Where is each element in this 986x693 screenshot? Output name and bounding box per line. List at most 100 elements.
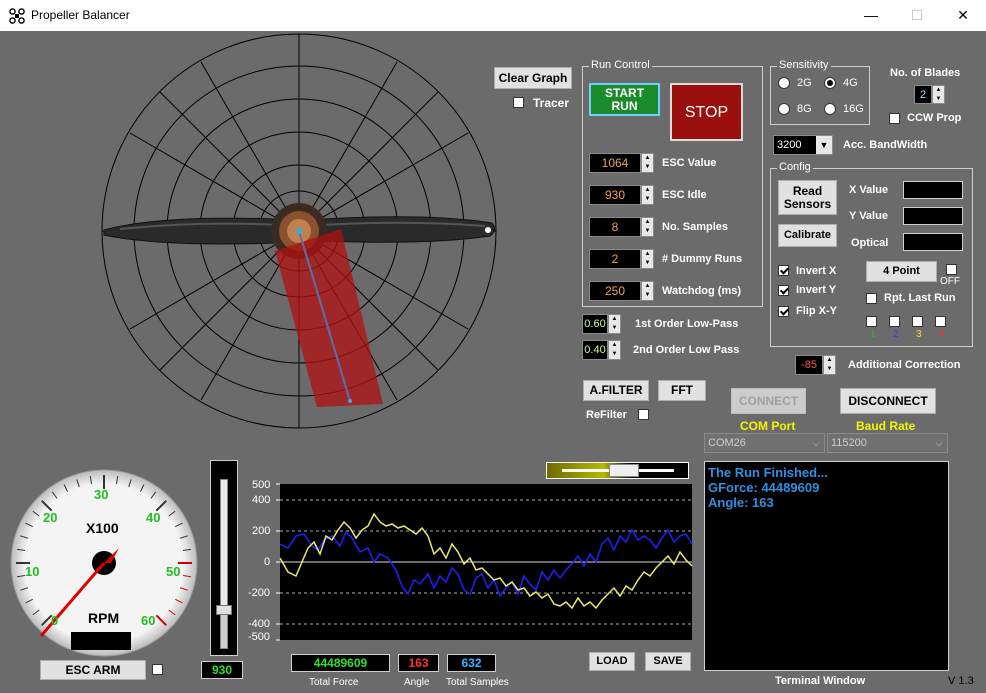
gauge-tick-40: 40	[146, 510, 161, 525]
invert-y-label: Invert Y	[796, 284, 837, 296]
esc-idle-label: ESC Idle	[662, 189, 707, 201]
com-port-select[interactable]: COM26 ⌵	[704, 433, 825, 453]
gauge-center-label: X100	[86, 520, 119, 536]
load-button[interactable]: LOAD	[589, 652, 635, 671]
gauge-tick-60: 60	[141, 613, 156, 628]
connect-button[interactable]: CONNECT	[731, 388, 806, 414]
ccw-prop-checkbox[interactable]	[889, 113, 900, 124]
sensitivity-label-16g: 16G	[843, 103, 864, 115]
start-run-button[interactable]: START RUN	[589, 83, 660, 116]
terminal-window: The Run Finished... GForce: 44489609 Ang…	[704, 461, 949, 671]
throttle-thumb[interactable]	[216, 605, 232, 615]
second-order-input[interactable]: 0.40	[582, 340, 608, 360]
y-tick-label: -400	[248, 618, 271, 630]
y-tick-label: 500	[252, 479, 271, 491]
blades-input[interactable]: 2	[914, 85, 932, 104]
optical-label: Optical	[851, 237, 889, 249]
run-control-title: Run Control	[589, 59, 652, 71]
sensitivity-radio-4g[interactable]	[824, 77, 836, 89]
optical-field	[903, 233, 963, 251]
invert-x-label: Invert X	[796, 265, 837, 277]
dummy-runs-label: # Dummy Runs	[662, 253, 743, 265]
point-2-label: 2	[893, 329, 899, 340]
invert-x-checkbox[interactable]	[778, 265, 789, 276]
point-4-checkbox[interactable]	[935, 316, 946, 327]
imbalance-vector	[275, 229, 383, 407]
gauge-tick-0: 0	[51, 613, 59, 628]
baud-rate-value: 115200	[831, 437, 867, 449]
disconnect-button[interactable]: DISCONNECT	[840, 388, 936, 414]
blades-stepper[interactable]: ▲ ▼	[932, 85, 945, 104]
esc-arm-checkbox[interactable]	[152, 664, 163, 675]
dummy-runs-input[interactable]: 2	[589, 249, 641, 269]
throttle-value: 930	[201, 661, 243, 679]
terminal-caption: Terminal Window	[775, 675, 866, 687]
samples-input[interactable]: 8	[589, 217, 641, 237]
x-value-label: X Value	[849, 184, 889, 196]
fft-button[interactable]: FFT	[658, 380, 706, 401]
zoom-slider[interactable]	[546, 462, 689, 479]
version-label: V 1.3	[948, 675, 974, 687]
minimize-button[interactable]: —	[848, 0, 894, 31]
baud-rate-label: Baud Rate	[856, 419, 916, 433]
watchdog-input[interactable]: 250	[589, 281, 641, 301]
chevron-down-icon: ⌵	[812, 438, 820, 448]
correction-label: Additional Correction	[848, 359, 961, 371]
flip-xy-label: Flip X-Y	[796, 305, 837, 317]
esc-idle-stepper[interactable]: ▲ ▼	[641, 185, 654, 205]
throttle-fill	[221, 613, 227, 648]
y-value-label: Y Value	[849, 210, 888, 222]
tracer-checkbox[interactable]	[513, 97, 524, 108]
sensitivity-label-2g: 2G	[797, 77, 812, 89]
esc-value-label: ESC Value	[662, 157, 717, 169]
watchdog-stepper[interactable]: ▲ ▼	[641, 281, 654, 301]
total-samples-value: 632	[447, 654, 496, 672]
sensitivity-radio-16g[interactable]	[824, 103, 836, 115]
correction-stepper[interactable]: ▲ ▼	[823, 355, 836, 375]
throttle-slider[interactable]	[210, 460, 238, 656]
app-window: Propeller Balancer — ☐ ✕ Clear Graph Tra…	[0, 0, 986, 693]
esc-value-stepper[interactable]: ▲ ▼	[641, 153, 654, 173]
maximize-button[interactable]: ☐	[894, 0, 940, 31]
invert-y-checkbox[interactable]	[778, 285, 789, 296]
com-port-label: COM Port	[740, 419, 796, 433]
read-sensors-button[interactable]: Read Sensors	[778, 180, 837, 215]
esc-idle-input[interactable]: 930	[589, 185, 641, 205]
dummy-runs-stepper[interactable]: ▲ ▼	[641, 249, 654, 269]
correction-input[interactable]: -85	[795, 355, 823, 375]
sensitivity-radio-2g[interactable]	[778, 77, 790, 89]
refilter-checkbox[interactable]	[638, 409, 649, 420]
zoom-thumb[interactable]	[609, 464, 639, 477]
save-button[interactable]: SAVE	[645, 652, 691, 671]
config-title: Config	[777, 161, 813, 173]
afilter-button[interactable]: A.FILTER	[583, 380, 649, 401]
blades-label: No. of Blades	[890, 67, 961, 79]
gauge-tick-30: 30	[94, 487, 109, 502]
first-order-stepper[interactable]: ▲ ▼	[608, 314, 621, 334]
second-order-stepper[interactable]: ▲ ▼	[608, 340, 621, 360]
stop-button[interactable]: STOP	[670, 83, 743, 141]
point-1-label: 1	[870, 329, 876, 340]
rpt-last-run-checkbox[interactable]	[866, 293, 877, 304]
flip-xy-checkbox[interactable]	[778, 306, 789, 317]
close-button[interactable]: ✕	[940, 0, 986, 31]
ccw-prop-label: CCW Prop	[907, 112, 962, 124]
off-checkbox[interactable]	[946, 264, 957, 275]
calibrate-button[interactable]: Calibrate	[778, 224, 837, 247]
bandwidth-select[interactable]: 3200 ▼	[773, 135, 833, 155]
esc-arm-button[interactable]: ESC ARM	[40, 660, 146, 680]
bandwidth-label: Acc. BandWidth	[843, 139, 928, 151]
samples-stepper[interactable]: ▲ ▼	[641, 217, 654, 237]
terminal-line: GForce: 44489609	[708, 480, 820, 495]
point-2-checkbox[interactable]	[889, 316, 900, 327]
esc-value-input[interactable]: 1064	[589, 153, 641, 173]
first-order-input[interactable]: 0.60	[582, 314, 608, 334]
baud-rate-select[interactable]: 115200 ⌵	[827, 433, 948, 453]
sensitivity-radio-8g[interactable]	[778, 103, 790, 115]
point-3-checkbox[interactable]	[912, 316, 923, 327]
polar-balance-graph	[101, 33, 497, 429]
clear-graph-button[interactable]: Clear Graph	[494, 67, 572, 89]
point-1-checkbox[interactable]	[866, 316, 877, 327]
gauge-tick-20: 20	[43, 510, 58, 525]
four-point-button[interactable]: 4 Point	[866, 261, 937, 282]
